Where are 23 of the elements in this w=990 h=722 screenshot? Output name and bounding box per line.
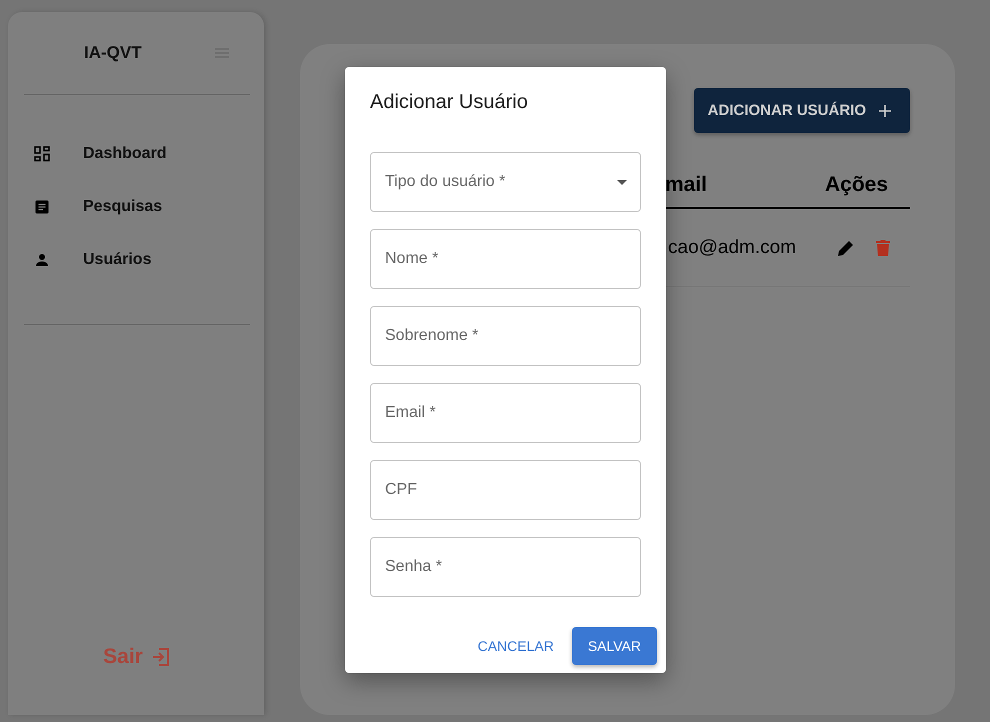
table-cell: cao@adm.com [668,236,796,258]
input-field[interactable]: CPF [370,460,641,520]
nav-item[interactable]: Dashboard [34,127,250,180]
input-field[interactable]: Nome * [370,229,641,289]
cancel-button[interactable]: CANCELAR [476,627,556,665]
input-field[interactable]: Senha * [370,537,641,597]
caret-icon[interactable] [617,180,627,185]
dialog-title: Adicionar Usuário [370,91,529,115]
grid-icon [34,146,50,162]
exit-icon [150,647,171,667]
nav-item[interactable]: Usuários [34,233,250,286]
add-user-button[interactable]: ADICIONAR USUÁRIO [694,88,910,133]
input-field[interactable]: Email * [370,383,641,443]
select-field[interactable]: Tipo do usuário * [370,152,641,212]
column-header: mail [665,173,708,197]
plus-icon [878,104,892,118]
input-field[interactable]: Sobrenome * [370,306,641,366]
document-icon [34,198,50,214]
column-header: Ações [824,173,888,197]
nav-item[interactable]: Pesquisas [34,180,250,233]
person-icon [34,252,50,268]
save-button[interactable]: SALVAR [572,627,657,665]
app-title: IA-QVT [84,43,143,63]
